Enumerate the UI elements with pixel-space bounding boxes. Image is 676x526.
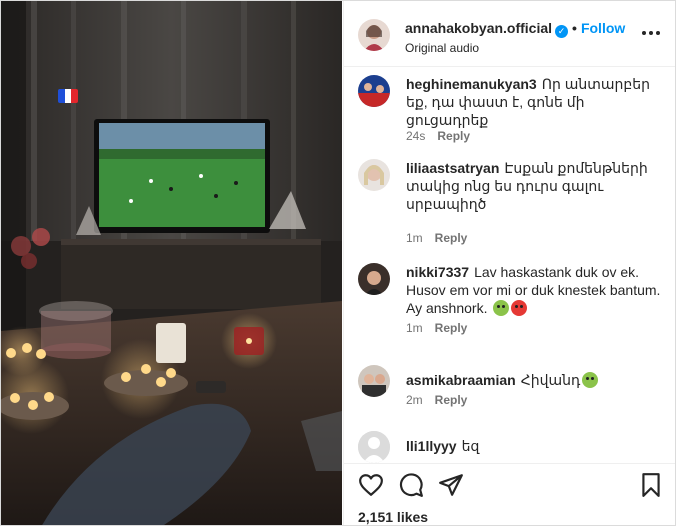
separator-dot: • bbox=[572, 20, 577, 36]
likes-count[interactable]: 2,151 likes bbox=[358, 509, 428, 525]
comment-body: lli1llyyy եզ bbox=[406, 437, 668, 455]
room-scene-image bbox=[1, 1, 342, 525]
more-dot bbox=[656, 31, 660, 35]
comments-list[interactable]: heghinemanukyan3 Որ անտարբեր եք, դա փաստ … bbox=[344, 67, 675, 463]
more-options-icon[interactable] bbox=[642, 31, 660, 35]
post-details-panel: annahakobyan.official ✓ • Follow Original a… bbox=[343, 1, 675, 525]
commenter-avatar-image bbox=[358, 75, 390, 107]
comment-username[interactable]: lli1llyyy bbox=[406, 438, 457, 454]
comment-body: liliaastsatryan Էսքան քոմենթների տակից ոն… bbox=[406, 159, 668, 213]
comment-time[interactable]: 24s bbox=[406, 129, 425, 143]
commenter-avatar[interactable] bbox=[358, 159, 390, 191]
commenter-avatar-image bbox=[358, 365, 390, 397]
post-viewer: annahakobyan.official ✓ • Follow Original a… bbox=[0, 0, 676, 526]
reply-button[interactable]: Reply bbox=[437, 129, 470, 143]
angry-face-emoji-icon bbox=[511, 300, 528, 316]
flag-blue-stripe bbox=[58, 89, 65, 103]
commenter-avatar[interactable] bbox=[358, 75, 390, 107]
comment-username[interactable]: asmikabraamian bbox=[406, 372, 516, 388]
follow-button[interactable]: Follow bbox=[581, 20, 625, 36]
comment-meta: 24s Reply bbox=[406, 129, 470, 143]
reply-button[interactable]: Reply bbox=[435, 321, 468, 335]
reply-button[interactable]: Reply bbox=[435, 393, 468, 407]
commenter-avatar[interactable] bbox=[358, 365, 390, 397]
comment-body: nikki7337 Lav haskastank duk ov ek. Husov… bbox=[406, 263, 668, 317]
comment-username[interactable]: heghinemanukyan3 bbox=[406, 76, 537, 92]
more-dot bbox=[642, 31, 646, 35]
comment-time[interactable]: 2m bbox=[406, 393, 423, 407]
comment-icon[interactable] bbox=[398, 472, 424, 498]
reply-button[interactable]: Reply bbox=[435, 231, 468, 245]
verified-badge-icon: ✓ bbox=[555, 25, 569, 38]
comment-time[interactable]: 1m bbox=[406, 321, 423, 335]
audio-link[interactable]: Original audio bbox=[405, 41, 479, 55]
more-dot bbox=[649, 31, 653, 35]
share-icon[interactable] bbox=[438, 472, 464, 498]
comment-text: Հիվանդ bbox=[520, 372, 581, 388]
author-avatar[interactable] bbox=[358, 19, 390, 51]
commenter-avatar[interactable] bbox=[358, 431, 390, 463]
comment-username[interactable]: liliaastsatryan bbox=[406, 160, 499, 176]
comment-meta: 1m Reply bbox=[406, 231, 467, 245]
author-username[interactable]: annahakobyan.official bbox=[405, 20, 552, 36]
post-header: annahakobyan.official ✓ • Follow Original a… bbox=[344, 1, 675, 67]
green-face-emoji-icon bbox=[582, 372, 599, 388]
author-avatar-image bbox=[358, 19, 390, 51]
comment-time[interactable]: 1m bbox=[406, 231, 423, 245]
like-heart-icon[interactable] bbox=[358, 472, 384, 498]
default-avatar-icon bbox=[358, 431, 390, 463]
comment-text: եզ bbox=[461, 438, 480, 454]
post-media[interactable] bbox=[1, 1, 342, 525]
commenter-avatar-image bbox=[358, 159, 390, 191]
save-bookmark-icon[interactable] bbox=[638, 472, 664, 498]
comment-body: heghinemanukyan3 Որ անտարբեր եք, դա փաստ … bbox=[406, 75, 668, 129]
green-face-emoji-icon bbox=[493, 300, 510, 316]
comment-meta: 2m Reply bbox=[406, 393, 467, 407]
author-line: annahakobyan.official ✓ • Follow bbox=[405, 20, 625, 38]
flag-white-stripe bbox=[64, 89, 72, 103]
commenter-avatar[interactable] bbox=[358, 263, 390, 295]
commenter-avatar-image bbox=[358, 263, 390, 295]
comment-body: asmikabraamian Հիվանդ bbox=[406, 371, 668, 389]
france-flag-emoji bbox=[58, 89, 78, 103]
comment-meta: 1m Reply bbox=[406, 321, 467, 335]
comment-username[interactable]: nikki7337 bbox=[406, 264, 469, 280]
action-bar bbox=[344, 463, 675, 503]
flag-red-stripe bbox=[71, 89, 78, 103]
